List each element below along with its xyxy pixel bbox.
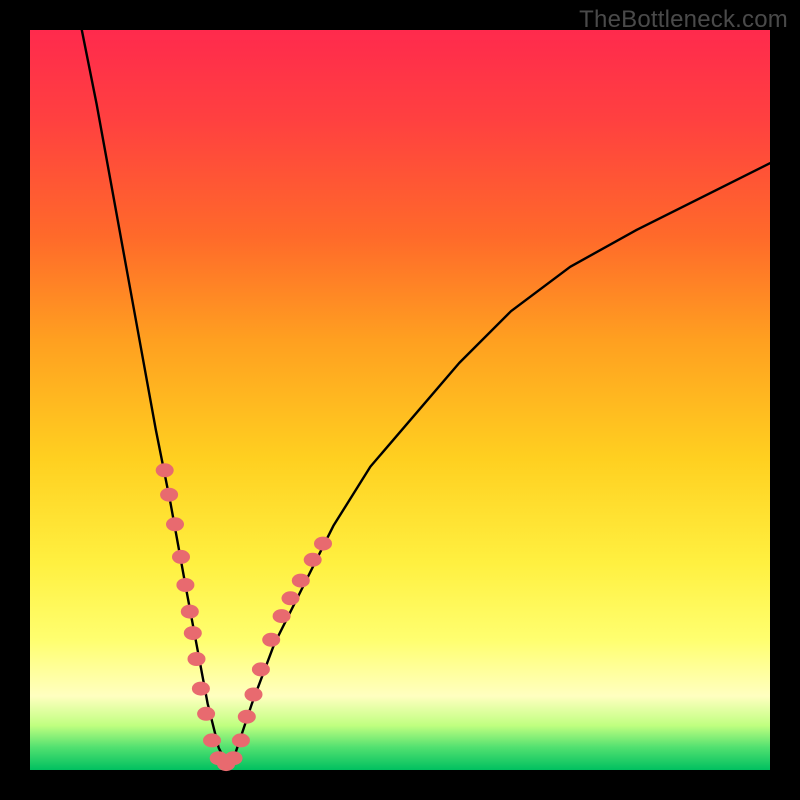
curve-marker (273, 609, 291, 623)
curve-marker (197, 707, 215, 721)
curve-marker (166, 517, 184, 531)
chart-svg (30, 30, 770, 770)
curve-marker (188, 652, 206, 666)
curve-marker (172, 550, 190, 564)
curve-marker (156, 463, 174, 477)
curve-marker (238, 710, 256, 724)
curve-marker (181, 605, 199, 619)
curve-marker (282, 591, 300, 605)
curve-marker (292, 574, 310, 588)
curve-marker (245, 688, 263, 702)
curve-marker (252, 662, 270, 676)
curve-marker (225, 751, 243, 765)
bottleneck-curve (82, 30, 770, 770)
outer-frame: TheBottleneck.com (0, 0, 800, 800)
curve-marker (160, 488, 178, 502)
curve-marker (203, 733, 221, 747)
curve-marker (192, 682, 210, 696)
curve-marker (262, 633, 280, 647)
curve-marker (232, 733, 250, 747)
plot-area (30, 30, 770, 770)
curve-marker (304, 553, 322, 567)
curve-marker (184, 626, 202, 640)
curve-marker (314, 537, 332, 551)
curve-marker (176, 578, 194, 592)
